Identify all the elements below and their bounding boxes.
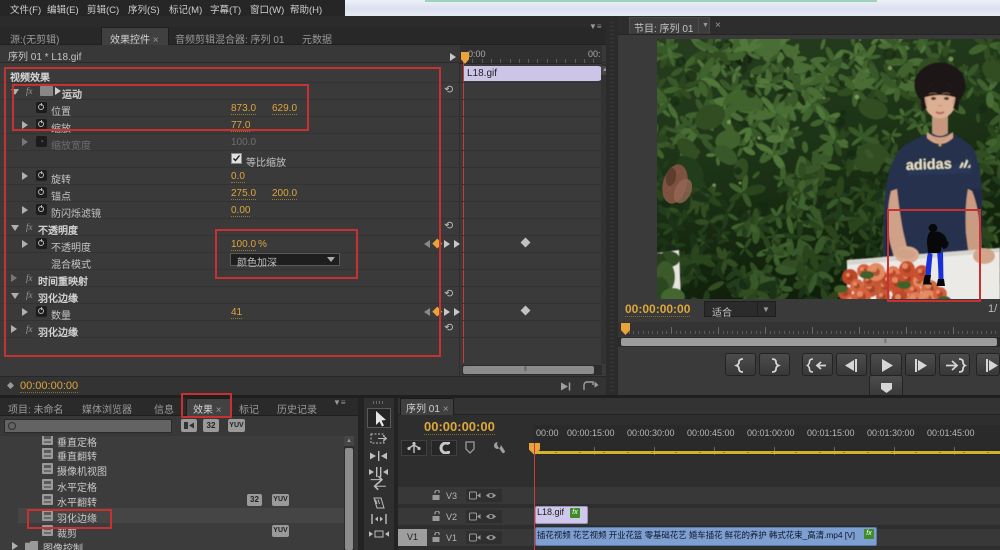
svg-text:adidas: adidas bbox=[906, 156, 952, 174]
